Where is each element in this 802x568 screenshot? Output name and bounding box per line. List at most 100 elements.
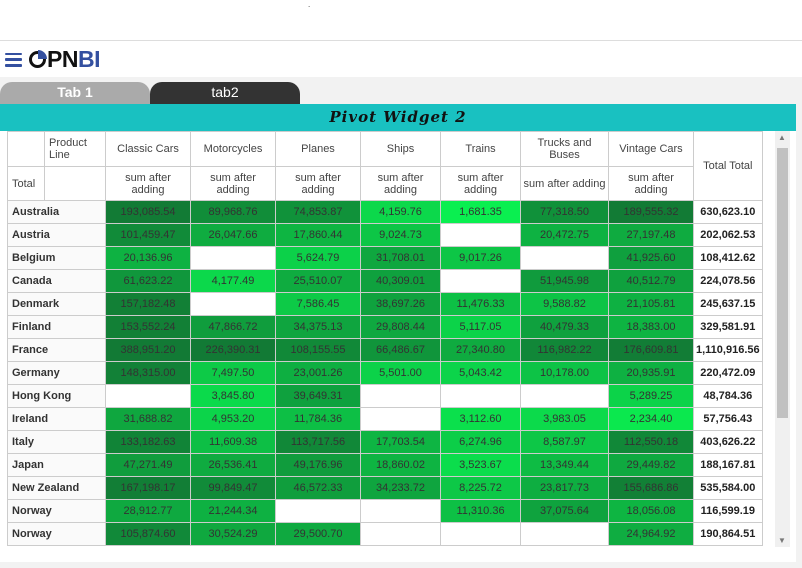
value-cell[interactable]: 155,686.86 [608,476,694,500]
value-cell[interactable]: 11,310.36 [440,499,521,523]
value-cell[interactable]: 101,459.47 [105,223,191,247]
value-cell[interactable]: 388,951.20 [105,338,191,362]
value-cell[interactable]: 89,968.76 [190,200,276,224]
value-cell[interactable]: 112,550.18 [608,430,694,454]
value-cell[interactable]: 47,271.49 [105,453,191,477]
value-cell[interactable]: 8,587.97 [520,430,609,454]
row-header[interactable]: Norway [7,522,106,546]
value-cell[interactable]: 30,524.29 [190,522,276,546]
value-cell[interactable]: 99,849.47 [190,476,276,500]
value-cell[interactable]: 1,681.35 [440,200,521,224]
value-cell[interactable]: 40,479.33 [520,315,609,339]
column-header[interactable]: Classic Cars [105,131,191,167]
value-cell[interactable] [440,522,521,546]
value-cell[interactable]: 51,945.98 [520,269,609,293]
value-cell[interactable]: 5,117.05 [440,315,521,339]
scroll-up-icon[interactable]: ▲ [778,133,786,142]
value-cell[interactable] [360,522,441,546]
value-cell[interactable]: 23,817.73 [520,476,609,500]
value-cell[interactable]: 34,375.13 [275,315,361,339]
value-cell[interactable]: 31,688.82 [105,407,191,431]
column-header[interactable]: Trucks and Buses [520,131,609,167]
value-cell[interactable] [520,246,609,270]
value-cell[interactable]: 4,159.76 [360,200,441,224]
value-cell[interactable]: 38,697.26 [360,292,441,316]
row-header[interactable]: Denmark [7,292,106,316]
value-cell[interactable]: 34,233.72 [360,476,441,500]
value-cell[interactable] [520,522,609,546]
value-cell[interactable]: 3,983.05 [520,407,609,431]
value-cell[interactable]: 148,315.00 [105,361,191,385]
value-cell[interactable] [440,384,521,408]
value-cell[interactable]: 29,808.44 [360,315,441,339]
value-cell[interactable] [105,384,191,408]
value-cell[interactable]: 11,476.33 [440,292,521,316]
row-header[interactable]: Finland [7,315,106,339]
value-cell[interactable]: 5,289.25 [608,384,694,408]
value-cell[interactable] [360,499,441,523]
value-cell[interactable]: 193,085.54 [105,200,191,224]
value-cell[interactable]: 40,512.79 [608,269,694,293]
value-cell[interactable]: 3,112.60 [440,407,521,431]
row-header[interactable]: Japan [7,453,106,477]
value-cell[interactable]: 108,155.55 [275,338,361,362]
value-cell[interactable]: 24,964.92 [608,522,694,546]
value-cell[interactable]: 29,449.82 [608,453,694,477]
total-header[interactable]: Total Total [693,131,763,201]
value-cell[interactable] [360,384,441,408]
value-cell[interactable]: 66,486.67 [360,338,441,362]
row-header[interactable]: France [7,338,106,362]
value-cell[interactable] [440,269,521,293]
value-cell[interactable]: 133,182.63 [105,430,191,454]
column-header[interactable]: Ships [360,131,441,167]
value-cell[interactable]: 28,912.77 [105,499,191,523]
value-cell[interactable]: 41,925.60 [608,246,694,270]
value-cell[interactable] [190,246,276,270]
value-cell[interactable]: 176,609.81 [608,338,694,362]
row-header[interactable]: Australia [7,200,106,224]
value-cell[interactable]: 21,244.34 [190,499,276,523]
value-cell[interactable]: 26,536.41 [190,453,276,477]
value-cell[interactable]: 5,624.79 [275,246,361,270]
value-cell[interactable]: 6,274.96 [440,430,521,454]
value-cell[interactable]: 4,953.20 [190,407,276,431]
value-cell[interactable]: 61,623.22 [105,269,191,293]
value-cell[interactable]: 27,340.80 [440,338,521,362]
value-cell[interactable]: 105,874.60 [105,522,191,546]
value-cell[interactable]: 40,309.01 [360,269,441,293]
value-cell[interactable]: 18,860.02 [360,453,441,477]
value-cell[interactable]: 116,982.22 [520,338,609,362]
value-cell[interactable]: 18,383.00 [608,315,694,339]
value-cell[interactable]: 17,703.54 [360,430,441,454]
row-header[interactable]: Canada [7,269,106,293]
column-header[interactable]: Vintage Cars [608,131,694,167]
value-cell[interactable]: 3,523.67 [440,453,521,477]
row-header[interactable]: Austria [7,223,106,247]
scrollbar[interactable]: ▲ ▼ [775,131,790,547]
row-header[interactable]: Ireland [7,407,106,431]
row-header[interactable]: Italy [7,430,106,454]
value-cell[interactable] [520,384,609,408]
value-cell[interactable]: 10,178.00 [520,361,609,385]
value-cell[interactable]: 167,198.17 [105,476,191,500]
value-cell[interactable]: 3,845.80 [190,384,276,408]
column-header[interactable]: Motorcycles [190,131,276,167]
value-cell[interactable]: 5,043.42 [440,361,521,385]
value-cell[interactable]: 18,056.08 [608,499,694,523]
value-cell[interactable]: 37,075.64 [520,499,609,523]
column-header[interactable]: Trains [440,131,521,167]
value-cell[interactable] [190,292,276,316]
tab-1[interactable]: Tab 1 [0,82,150,104]
row-header[interactable]: Belgium [7,246,106,270]
value-cell[interactable]: 23,001.26 [275,361,361,385]
row-header[interactable]: Hong Kong [7,384,106,408]
value-cell[interactable]: 20,935.91 [608,361,694,385]
value-cell[interactable]: 9,017.26 [440,246,521,270]
value-cell[interactable]: 49,176.96 [275,453,361,477]
value-cell[interactable]: 9,024.73 [360,223,441,247]
value-cell[interactable] [360,407,441,431]
value-cell[interactable]: 2,234.40 [608,407,694,431]
value-cell[interactable]: 26,047.66 [190,223,276,247]
scroll-thumb[interactable] [777,148,788,418]
value-cell[interactable]: 31,708.01 [360,246,441,270]
